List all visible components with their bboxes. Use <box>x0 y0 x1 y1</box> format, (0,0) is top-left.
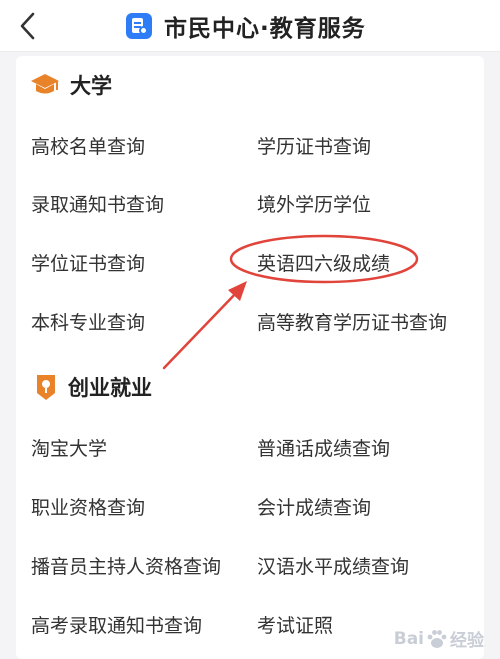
service-item-university-list[interactable]: 高校名单查询 <box>31 132 145 159</box>
watermark-text-left: Bai <box>393 628 424 649</box>
service-item-gaokao-admission-notice[interactable]: 高考录取通知书查询 <box>31 611 202 638</box>
graduation-cap-icon <box>31 74 59 94</box>
service-item-higher-edu-certificate[interactable]: 高等教育学历证书查询 <box>257 308 447 335</box>
top-bar: 市民中心·教育服务 <box>0 0 500 52</box>
badge-icon <box>37 375 55 400</box>
service-item-degree-certificate[interactable]: 学位证书查询 <box>31 249 145 276</box>
service-item-accounting-score[interactable]: 会计成绩查询 <box>257 493 371 520</box>
service-item-cet-score[interactable]: 英语四六级成绩 <box>257 249 390 276</box>
service-item-mandarin-score[interactable]: 普通话成绩查询 <box>257 434 390 461</box>
section-title: 创业就业 <box>68 376 152 400</box>
service-item-professional-qualification[interactable]: 职业资格查询 <box>31 493 145 520</box>
service-item-taobao-university[interactable]: 淘宝大学 <box>31 434 107 461</box>
section-title: 大学 <box>70 74 112 98</box>
watermark-text-right: 经验 <box>450 631 484 651</box>
back-button[interactable] <box>14 10 44 42</box>
page-title: 市民中心·教育服务 <box>164 16 366 42</box>
chevron-left-icon <box>20 12 35 40</box>
content-card: 大学 高校名单查询 学历证书查询 录取通知书查询 境外学历学位 学位证书查询 英… <box>16 56 484 659</box>
paw-icon <box>427 629 447 648</box>
service-item-overseas-degree[interactable]: 境外学历学位 <box>257 190 371 217</box>
service-item-admission-notice[interactable]: 录取通知书查询 <box>31 190 164 217</box>
service-item-undergrad-major[interactable]: 本科专业查询 <box>31 308 145 335</box>
service-item-broadcaster-qualification[interactable]: 播音员主持人资格查询 <box>31 552 221 579</box>
service-item-exam-certificate[interactable]: 考试证照 <box>257 611 333 638</box>
document-badge-icon <box>126 13 152 39</box>
service-item-hsk-score[interactable]: 汉语水平成绩查询 <box>257 552 409 579</box>
baidu-jingyan-watermark: Bai 经验 <box>393 626 484 652</box>
section-header-university: 大学 <box>30 70 112 100</box>
service-item-diploma-query[interactable]: 学历证书查询 <box>257 132 371 159</box>
title-group: 市民中心·教育服务 <box>126 10 366 42</box>
section-header-employment: 创业就业 <box>36 372 152 402</box>
